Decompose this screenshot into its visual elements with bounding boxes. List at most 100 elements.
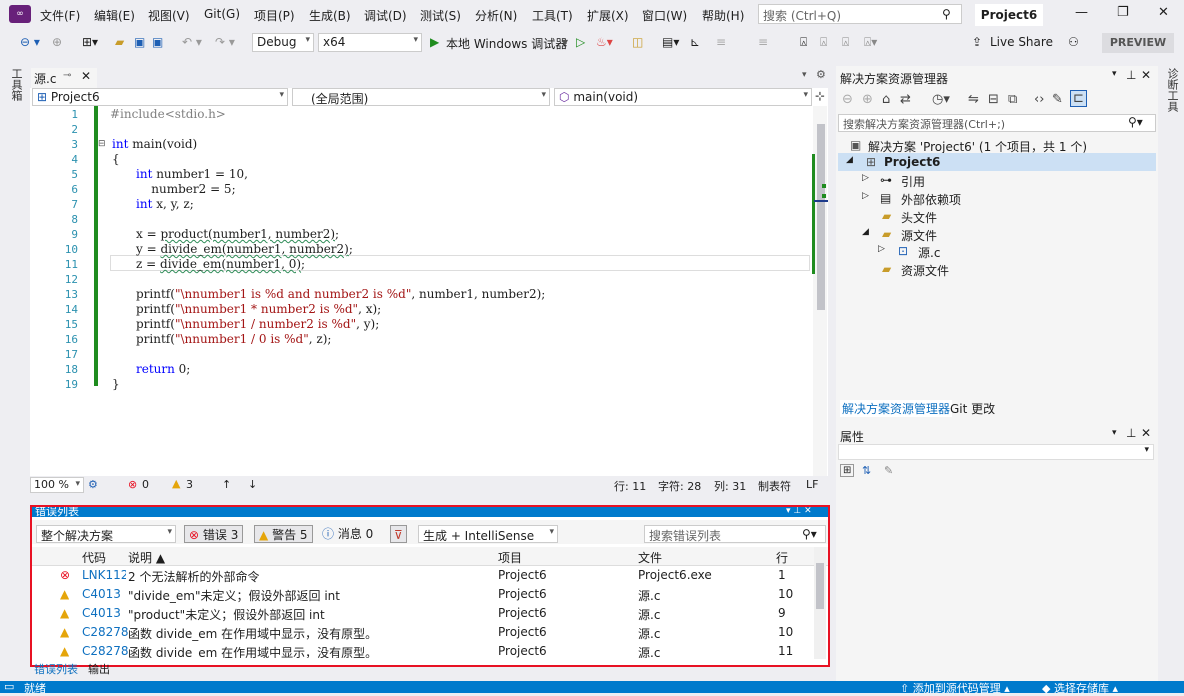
search-input[interactable]: 搜索 (Ctrl+Q) <box>758 4 962 24</box>
run-debugger-button[interactable]: 本地 Windows 调试器 <box>446 35 567 52</box>
error-row[interactable]: ▲ C28278 函数 divide_em 在作用域中显示，没有原型。 Proj… <box>32 642 812 658</box>
panel-close-icon[interactable]: ✕ <box>1141 426 1151 440</box>
panel-dropdown-icon[interactable]: ▾ <box>1112 69 1117 79</box>
diagnostic-tools-strip[interactable]: 诊断工具 <box>1164 68 1180 112</box>
minimize-icon[interactable]: — <box>1075 5 1088 20</box>
forward-icon[interactable]: ⊕ <box>52 35 62 49</box>
close-icon[interactable]: ✕ <box>1158 5 1169 20</box>
error-row[interactable]: ⊗ LNK1120 2 个无法解析的外部命令 Project6 Project6… <box>32 566 812 585</box>
warning-count[interactable]: 3 <box>186 478 193 491</box>
bookmark-clear-icon[interactable]: ⍓▾ <box>864 35 877 50</box>
next-issue-icon[interactable]: ↓ <box>248 478 257 491</box>
switch-view-icon[interactable]: ⇄ <box>900 92 911 107</box>
alphabetical-icon[interactable]: ⇅ <box>862 464 871 477</box>
vs-logo-icon[interactable]: ∞ <box>9 5 31 23</box>
collapse-icon[interactable]: ⊟ <box>98 139 106 149</box>
prev-issue-icon[interactable]: ↑ <box>222 478 231 491</box>
collapsed-arrow-icon[interactable]: ▷ <box>878 244 885 254</box>
tree-item-references[interactable]: 引用 <box>901 173 925 190</box>
nav-project-select[interactable]: ⊞ Project6 ▾ <box>32 88 288 106</box>
collapse-all-icon[interactable]: ⊟ <box>988 92 999 107</box>
header-code[interactable]: 代码 <box>82 549 106 566</box>
preview-selected-icon[interactable]: ⊏ <box>1070 90 1087 107</box>
tab-git-changes[interactable]: Git 更改 <box>950 400 995 417</box>
menu-test[interactable]: 测试(S) <box>420 7 461 24</box>
property-pages-icon[interactable]: ✎ <box>884 464 893 477</box>
error-row[interactable]: ▲ C4013 "product"未定义；假设外部返回 int Project6… <box>32 604 812 623</box>
sync-icon[interactable]: ⇋ <box>968 92 979 107</box>
panel-dropdown-icon[interactable]: ▾ <box>1112 428 1117 438</box>
header-description[interactable]: 说明 ▲ <box>128 549 165 566</box>
comment-icon[interactable]: ≡ <box>716 35 726 49</box>
pending-changes-icon[interactable]: ◷▾ <box>932 92 950 107</box>
bookmark-icon[interactable]: ⍓ <box>800 35 807 50</box>
error-code[interactable]: C4013 <box>82 587 121 601</box>
hot-reload-icon[interactable]: ♨▾ <box>596 35 613 49</box>
project-node-label[interactable]: Project6 <box>884 155 940 169</box>
error-row[interactable]: ▲ C4013 "divide_em"未定义；假设外部返回 int Projec… <box>32 585 812 604</box>
error-code[interactable]: C28278 <box>82 644 129 658</box>
eol-setting[interactable]: LF <box>806 478 818 491</box>
error-source-select[interactable]: 生成 + IntelliSense ▾ <box>418 525 558 543</box>
menu-edit[interactable]: 编辑(E) <box>94 7 135 24</box>
header-line[interactable]: 行 <box>776 549 788 566</box>
nav-function-select[interactable]: ⬡ main(void) ▾ <box>554 88 812 106</box>
error-scope-select[interactable]: 整个解决方案 ▾ <box>36 525 176 543</box>
health-icon[interactable]: ⚙ <box>88 478 98 491</box>
collapsed-arrow-icon[interactable]: ▷ <box>862 173 869 183</box>
code-view-icon[interactable]: ‹› <box>1034 92 1044 107</box>
tree-item-source-files[interactable]: 源文件 <box>901 227 937 244</box>
select-repo-button[interactable]: ◆ 选择存储库 ▴ <box>1042 680 1118 696</box>
run-dropdown-icon[interactable]: ▾ <box>562 35 568 49</box>
back-icon[interactable]: ⊖ <box>842 92 853 107</box>
solution-search-icon[interactable]: ⚲▾ <box>1128 115 1143 129</box>
layout-icon[interactable]: ▤▾ <box>662 35 679 49</box>
error-count[interactable]: 0 <box>142 478 149 491</box>
menu-help[interactable]: 帮助(H) <box>702 7 744 24</box>
uncomment-icon[interactable]: ≡ <box>758 35 768 49</box>
menu-build[interactable]: 生成(B) <box>309 7 351 24</box>
new-item-icon[interactable]: ⊞▾ <box>82 35 98 49</box>
menu-analyze[interactable]: 分析(N) <box>475 7 517 24</box>
undo-icon[interactable]: ↶ ▾ <box>182 35 202 49</box>
menu-file[interactable]: 文件(F) <box>40 7 80 24</box>
panel-pin-icon[interactable]: ⊥ <box>1126 426 1136 440</box>
properties-object-select[interactable]: ▾ <box>838 444 1154 460</box>
menu-debug[interactable]: 调试(D) <box>364 7 407 24</box>
panel-pin-icon[interactable]: ⊥ <box>1126 68 1136 82</box>
feedback-icon[interactable]: ⚇ <box>1068 35 1079 49</box>
tree-item-resource-files[interactable]: 资源文件 <box>901 262 949 279</box>
config-select[interactable]: Debug ▾ <box>252 33 314 52</box>
tab-error-list[interactable]: 错误列表 <box>34 661 78 677</box>
show-all-files-icon[interactable]: ⧉ <box>1008 92 1017 107</box>
editor-tab[interactable]: 源.c ⊸ ✕ <box>31 68 97 88</box>
back-icon[interactable]: ⊖ ▾ <box>20 35 40 49</box>
properties-wrench-icon[interactable]: ✎ <box>1052 92 1063 107</box>
tab-close-icon[interactable]: ✕ <box>81 69 91 83</box>
error-list-scroll-thumb[interactable] <box>816 563 824 609</box>
live-share-icon[interactable]: ⇪ <box>972 35 982 49</box>
toolbox-strip[interactable]: 工具箱 <box>8 68 24 101</box>
tree-item-header-files[interactable]: 头文件 <box>901 209 937 226</box>
panel-dropdown-icon[interactable]: ▾ ⊥ ✕ <box>786 507 812 516</box>
code-editor[interactable]: 1 2 3 4 5 6 7 8 9 10 11 12 13 14 15 16 1… <box>30 106 828 476</box>
editor-settings-icon[interactable]: ⚙ <box>816 68 826 81</box>
error-row[interactable]: ▲ C28278 函数 divide_em 在作用域中显示，没有原型。 Proj… <box>32 623 812 642</box>
error-code[interactable]: C28278 <box>82 625 129 639</box>
filter-icon[interactable]: ⊽ <box>390 525 407 543</box>
menu-project[interactable]: 项目(P) <box>254 7 295 24</box>
forward-icon[interactable]: ⊕ <box>862 92 873 107</box>
menu-git[interactable]: Git(G) <box>204 7 240 21</box>
expanded-arrow-icon[interactable]: ◢ <box>862 227 869 237</box>
open-folder-icon[interactable]: ▰ <box>115 35 124 49</box>
menu-view[interactable]: 视图(V) <box>148 7 190 24</box>
error-code[interactable]: LNK1120 <box>82 568 126 582</box>
solution-search-input[interactable]: 搜索解决方案资源管理器(Ctrl+;) <box>838 114 1156 132</box>
collapsed-arrow-icon[interactable]: ▷ <box>862 191 869 201</box>
tree-item-external-deps[interactable]: 外部依赖项 <box>901 191 961 208</box>
browse-icon[interactable]: ◫ <box>632 35 643 49</box>
categorized-icon[interactable]: ⊞ <box>840 464 855 477</box>
bookmark-prev-icon[interactable]: ⍓ <box>820 35 827 50</box>
preview-button[interactable]: PREVIEW <box>1102 33 1174 53</box>
menu-tools[interactable]: 工具(T) <box>532 7 573 24</box>
